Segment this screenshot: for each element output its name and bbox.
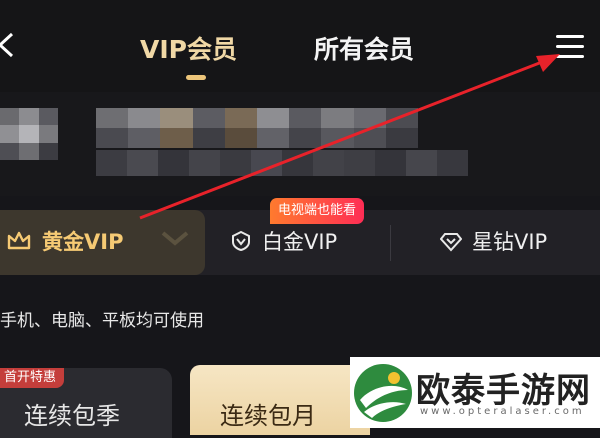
tv-badge: 电视端也能看 [270, 198, 365, 224]
plan-quarterly-label: 连续包季 [24, 402, 120, 430]
crown-icon [7, 231, 31, 250]
back-arrow-icon[interactable] [0, 30, 20, 60]
tier-gold-label: 黄金VIP [42, 230, 124, 254]
tier-gold-vip[interactable]: 黄金VIP [6, 226, 123, 256]
tier-platinum-vip[interactable]: 白金VIP [230, 226, 337, 256]
devices-note: 手机、电脑、平板均可使用 [0, 311, 204, 331]
tab-all-members[interactable]: 所有会员 [314, 30, 414, 66]
tier-chevron-icon [160, 228, 190, 248]
watermark-title: 欧泰手游网 [416, 371, 591, 411]
tier-platinum-label: 白金VIP [262, 230, 338, 254]
watermark-logo-icon [350, 360, 416, 426]
tier-divider [390, 225, 391, 261]
plan-monthly-label: 连续包月 [220, 402, 316, 430]
diamond-v-icon [440, 233, 462, 252]
shield-v-icon [232, 230, 250, 252]
tier-star-diamond-vip[interactable]: 星钻VIP [440, 226, 547, 256]
menu-icon[interactable] [556, 35, 584, 59]
watermark-url: www.opteralaser.com [420, 406, 585, 417]
first-time-discount-badge: 首开特惠 [0, 368, 65, 388]
tab-vip-member[interactable]: VIP会员 [140, 30, 237, 66]
tier-star-label: 星钻VIP [472, 230, 548, 254]
active-tab-indicator [186, 75, 206, 80]
avatar-pixelated [0, 108, 58, 160]
subtitle-pixelated [96, 150, 468, 176]
top-bar [0, 0, 600, 92]
username-pixelated [96, 108, 418, 148]
